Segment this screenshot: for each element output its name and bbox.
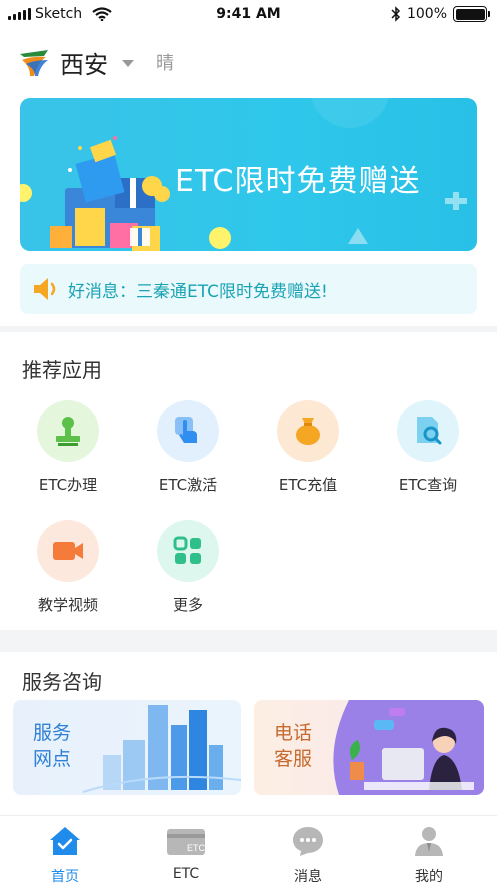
app-more[interactable]: 更多 xyxy=(133,520,243,615)
app-etc-query[interactable]: ETC查询 xyxy=(373,400,483,495)
app-etc-activate[interactable]: ETC激活 xyxy=(133,400,243,495)
app-etc-recharge[interactable]: ETC充值 xyxy=(253,400,363,495)
grid-icon xyxy=(157,520,219,582)
service-outlets-card[interactable]: 服务 网点 xyxy=(13,700,241,795)
document-search-icon xyxy=(397,400,459,462)
app-tutorial-video[interactable]: 教学视频 xyxy=(13,520,123,615)
touch-icon xyxy=(157,400,219,462)
notice-text: 好消息：三秦通ETC限时免费赠送! xyxy=(68,281,328,302)
stamp-icon xyxy=(37,400,99,462)
tab-label: 消息 xyxy=(294,869,322,883)
notice-bar[interactable]: 好消息：三秦通ETC限时免费赠送! xyxy=(20,264,477,314)
app-label: 教学视频 xyxy=(37,596,98,614)
battery-icon xyxy=(453,6,490,22)
banner-title: ETC限时免费赠送 xyxy=(175,164,421,199)
app-etc-apply[interactable]: ETC办理 xyxy=(13,400,123,495)
phone-support-card[interactable]: 电话 客服 xyxy=(254,700,484,795)
etc-card-text: ETC xyxy=(187,843,206,853)
phone-support-line1: 电话 xyxy=(274,722,313,744)
status-bar: Sketch 9:41 AM 100% xyxy=(0,0,497,30)
tab-home[interactable]: 首页 xyxy=(10,824,120,883)
section-title-service: 服务咨询 xyxy=(22,670,102,694)
tab-label: 首页 xyxy=(51,869,79,883)
video-camera-icon xyxy=(37,520,99,582)
etc-card-icon: ETC xyxy=(167,829,206,855)
app-label: ETC办理 xyxy=(38,476,98,494)
location-header: 西安 晴 xyxy=(18,42,174,82)
battery-percent: 100% xyxy=(406,6,447,22)
promo-banner[interactable]: ETC限时免费赠送 xyxy=(20,98,477,251)
weather-label: 晴 xyxy=(156,53,174,74)
tab-messages[interactable]: 消息 xyxy=(253,824,363,883)
app-label: ETC查询 xyxy=(398,476,458,494)
service-outlets-label: 服务 网点 xyxy=(33,720,71,772)
app-label: ETC激活 xyxy=(158,476,218,494)
money-bag-icon xyxy=(277,400,339,462)
section-title-recommended: 推荐应用 xyxy=(22,358,102,382)
speaker-icon xyxy=(34,278,56,300)
service-outlets-line2: 网点 xyxy=(33,748,72,770)
tab-label: ETC xyxy=(172,866,200,882)
chevron-down-icon[interactable] xyxy=(122,59,134,67)
section-divider xyxy=(0,326,497,332)
phone-support-label: 电话 客服 xyxy=(274,720,312,772)
home-icon xyxy=(50,827,80,855)
section-divider xyxy=(0,630,497,652)
tab-etc[interactable]: ETC ETC xyxy=(131,824,241,882)
tab-bar: 首页 ETC ETC 消息 我的 xyxy=(0,815,497,883)
tab-label: 我的 xyxy=(415,869,443,883)
city-name[interactable]: 西安 xyxy=(60,45,108,80)
app-label: ETC充值 xyxy=(278,476,338,494)
user-icon xyxy=(415,827,443,856)
status-right: 100% xyxy=(391,6,490,22)
app-label: 更多 xyxy=(172,596,203,614)
app-logo-icon xyxy=(20,50,48,76)
chat-bubble-icon xyxy=(293,827,323,856)
tab-profile[interactable]: 我的 xyxy=(374,824,484,883)
phone-support-line2: 客服 xyxy=(274,748,313,770)
bluetooth-icon xyxy=(391,6,401,22)
service-outlets-line1: 服务 xyxy=(33,722,72,744)
